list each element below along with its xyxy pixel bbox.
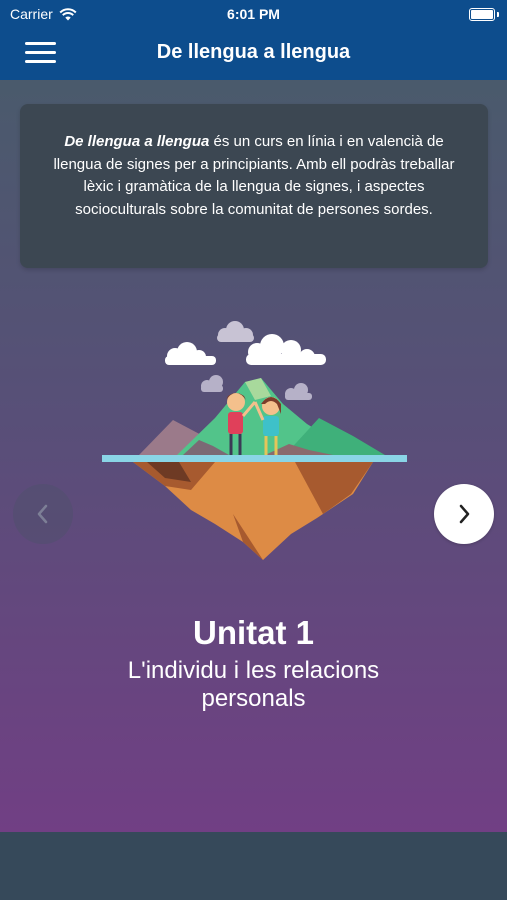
status-bar: Carrier 6:01 PM [0, 0, 507, 28]
next-unit-button[interactable] [434, 484, 494, 544]
bottom-bar [0, 832, 507, 900]
main-content: De llengua a llengua és un curs en línia… [0, 80, 507, 832]
cloud-icon [217, 321, 254, 342]
page-title: De llengua a llengua [156, 41, 351, 63]
course-intro-card: De llengua a llengua és un curs en línia… [20, 104, 488, 268]
battery-tip [497, 12, 499, 17]
chevron-left-icon [37, 504, 48, 524]
unit-title: Unitat 1 [192, 614, 314, 651]
chevron-right-icon [459, 504, 470, 524]
cloud-icon [285, 383, 312, 400]
battery-icon [469, 8, 495, 21]
floating-island-illustration [102, 321, 407, 560]
cloud-icon [165, 342, 216, 365]
navigation-bar: De llengua a llengua [0, 28, 507, 80]
status-time: 6:01 PM [227, 6, 280, 22]
course-name: De llengua a llengua [64, 133, 210, 150]
cloud-icon [201, 375, 223, 392]
cloud-icon [246, 334, 326, 365]
unit-subtitle: L'individu i les relacions personals [127, 657, 380, 712]
previous-unit-button[interactable] [13, 484, 73, 544]
